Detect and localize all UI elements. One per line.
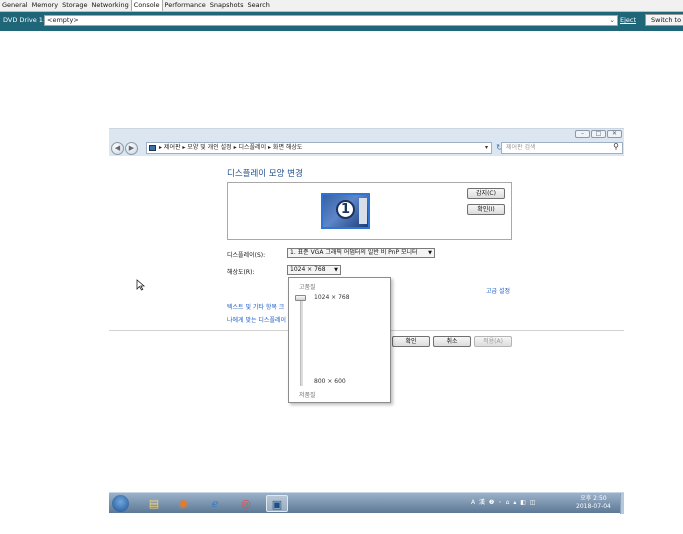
tab-performance[interactable]: Performance — [163, 0, 208, 11]
resolution-min-label: 800 × 600 — [314, 378, 346, 385]
chevron-down-icon: ▼ — [334, 267, 338, 273]
minimize-button[interactable]: – — [575, 130, 590, 138]
advanced-settings-link[interactable]: 고급 설정 — [486, 286, 510, 295]
tab-storage[interactable]: Storage — [60, 0, 89, 11]
eject-link[interactable]: Eject — [620, 16, 636, 24]
switch-to-button[interactable]: Switch to — [645, 14, 683, 26]
search-icon[interactable]: ⚲ — [613, 142, 619, 152]
display-label: 디스플레이(S): — [227, 252, 266, 259]
mouse-cursor-icon — [136, 279, 146, 291]
start-orb-icon[interactable] — [112, 495, 129, 512]
forward-arrow-icon[interactable]: ▶ — [125, 142, 138, 155]
explorer-folder-icon[interactable]: ▤ — [143, 495, 165, 512]
clock-time: 오후 2:50 — [580, 495, 607, 502]
detect-button[interactable]: 감지(C) — [467, 188, 505, 199]
clock[interactable]: 오후 2:50 2018-07-04 — [576, 495, 611, 511]
back-arrow-icon[interactable]: ◀ — [111, 142, 124, 155]
cancel-button[interactable]: 취소 — [433, 336, 471, 347]
resolution-slider-thumb[interactable] — [295, 295, 306, 301]
dvd-drive-label: DVD Drive 1: — [3, 16, 46, 24]
window-titlebar: – □ ✕ — [109, 129, 624, 140]
system-tray[interactable]: A 漢 ❷ ◦ ⌂ ▴ ◧ ◫ — [471, 497, 537, 506]
resolution-select[interactable]: 1024 × 768 ▼ — [287, 265, 341, 275]
display-value: 1. 표준 VGA 그래픽 어댑터의 일반 비 PnP 모니터 — [290, 249, 418, 256]
internet-explorer-icon[interactable]: ℯ — [204, 495, 226, 512]
low-quality-label: 저품질 — [299, 392, 316, 399]
divider — [0, 29, 683, 31]
show-desktop-button[interactable] — [620, 493, 624, 514]
chevron-down-icon: ▼ — [428, 250, 432, 256]
control-panel-icon — [149, 145, 156, 151]
apply-button[interactable]: 적용(A) — [474, 336, 512, 347]
address-bar[interactable]: ▸ 제어판 ▸ 모양 및 개인 설정 ▸ 디스플레이 ▸ 화면 해상도 ▾ — [146, 142, 492, 154]
page-title: 디스플레이 모양 변경 — [227, 169, 303, 179]
media-player-icon[interactable]: ◉ — [172, 495, 194, 512]
tab-memory[interactable]: Memory — [30, 0, 60, 11]
navigation-bar: ◀ ▶ ▸ 제어판 ▸ 모양 및 개인 설정 ▸ 디스플레이 ▸ 화면 해상도 … — [109, 140, 624, 156]
monitor-preview-area: 1 감지(C) 확인(I) — [227, 182, 512, 240]
close-button[interactable]: ✕ — [607, 130, 622, 138]
vm-tab-strip: General Memory Storage Networking Console Per… — [0, 0, 683, 12]
tab-networking[interactable]: Networking — [90, 0, 131, 11]
resolution-value: 1024 × 768 — [290, 266, 326, 273]
monitor-side-strip — [359, 198, 367, 224]
control-panel-taskbar-icon[interactable]: ▣ — [266, 495, 288, 512]
high-quality-label: 고품질 — [299, 284, 316, 291]
ok-button[interactable]: 확인 — [392, 336, 430, 347]
tab-search[interactable]: Search — [246, 0, 272, 11]
tab-console[interactable]: Console — [130, 0, 163, 11]
breadcrumb: ▸ 제어판 ▸ 모양 및 개인 설정 ▸ 디스플레이 ▸ 화면 해상도 — [159, 144, 303, 151]
monitor-icon[interactable]: 1 — [321, 193, 370, 229]
resolution-slider-popup: 고품질 1024 × 768 800 × 600 저품질 — [288, 277, 391, 403]
dvd-drive-bar: DVD Drive 1: <empty> ⌄ Eject Switch to — [0, 12, 683, 29]
resolution-label: 해상도(R): — [227, 269, 255, 276]
text-size-link[interactable]: 텍스트 및 기타 항목 크 — [227, 302, 284, 311]
identify-button[interactable]: 확인(I) — [467, 204, 505, 215]
display-select[interactable]: 1. 표준 VGA 그래픽 어댑터의 일반 비 PnP 모니터 ▼ — [287, 248, 435, 258]
search-placeholder: 제어판 검색 — [506, 144, 536, 151]
chevron-down-icon: ⌄ — [609, 16, 615, 24]
tab-snapshots[interactable]: Snapshots — [208, 0, 246, 11]
monitor-number: 1 — [336, 200, 355, 219]
clock-date: 2018-07-04 — [576, 503, 611, 510]
resolution-slider-track[interactable] — [300, 298, 303, 386]
resolution-max-label: 1024 × 768 — [314, 294, 350, 301]
chevron-down-icon[interactable]: ▾ — [485, 143, 488, 153]
display-settings-link[interactable]: 나에게 맞는 디스플레이 — [227, 315, 286, 324]
tab-general[interactable]: General — [0, 0, 30, 11]
maximize-button[interactable]: □ — [591, 130, 606, 138]
taskbar: ▤ ◉ ℯ ◎ ▣ A 漢 ❷ ◦ ⌂ ▴ ◧ ◫ 오후 2:50 2018-0… — [109, 492, 624, 514]
search-input[interactable]: 제어판 검색 ⚲ — [501, 142, 623, 154]
chrome-icon[interactable]: ◎ — [235, 495, 257, 512]
dvd-drive-select[interactable]: <empty> ⌄ — [44, 15, 618, 26]
dvd-drive-value: <empty> — [47, 16, 79, 24]
